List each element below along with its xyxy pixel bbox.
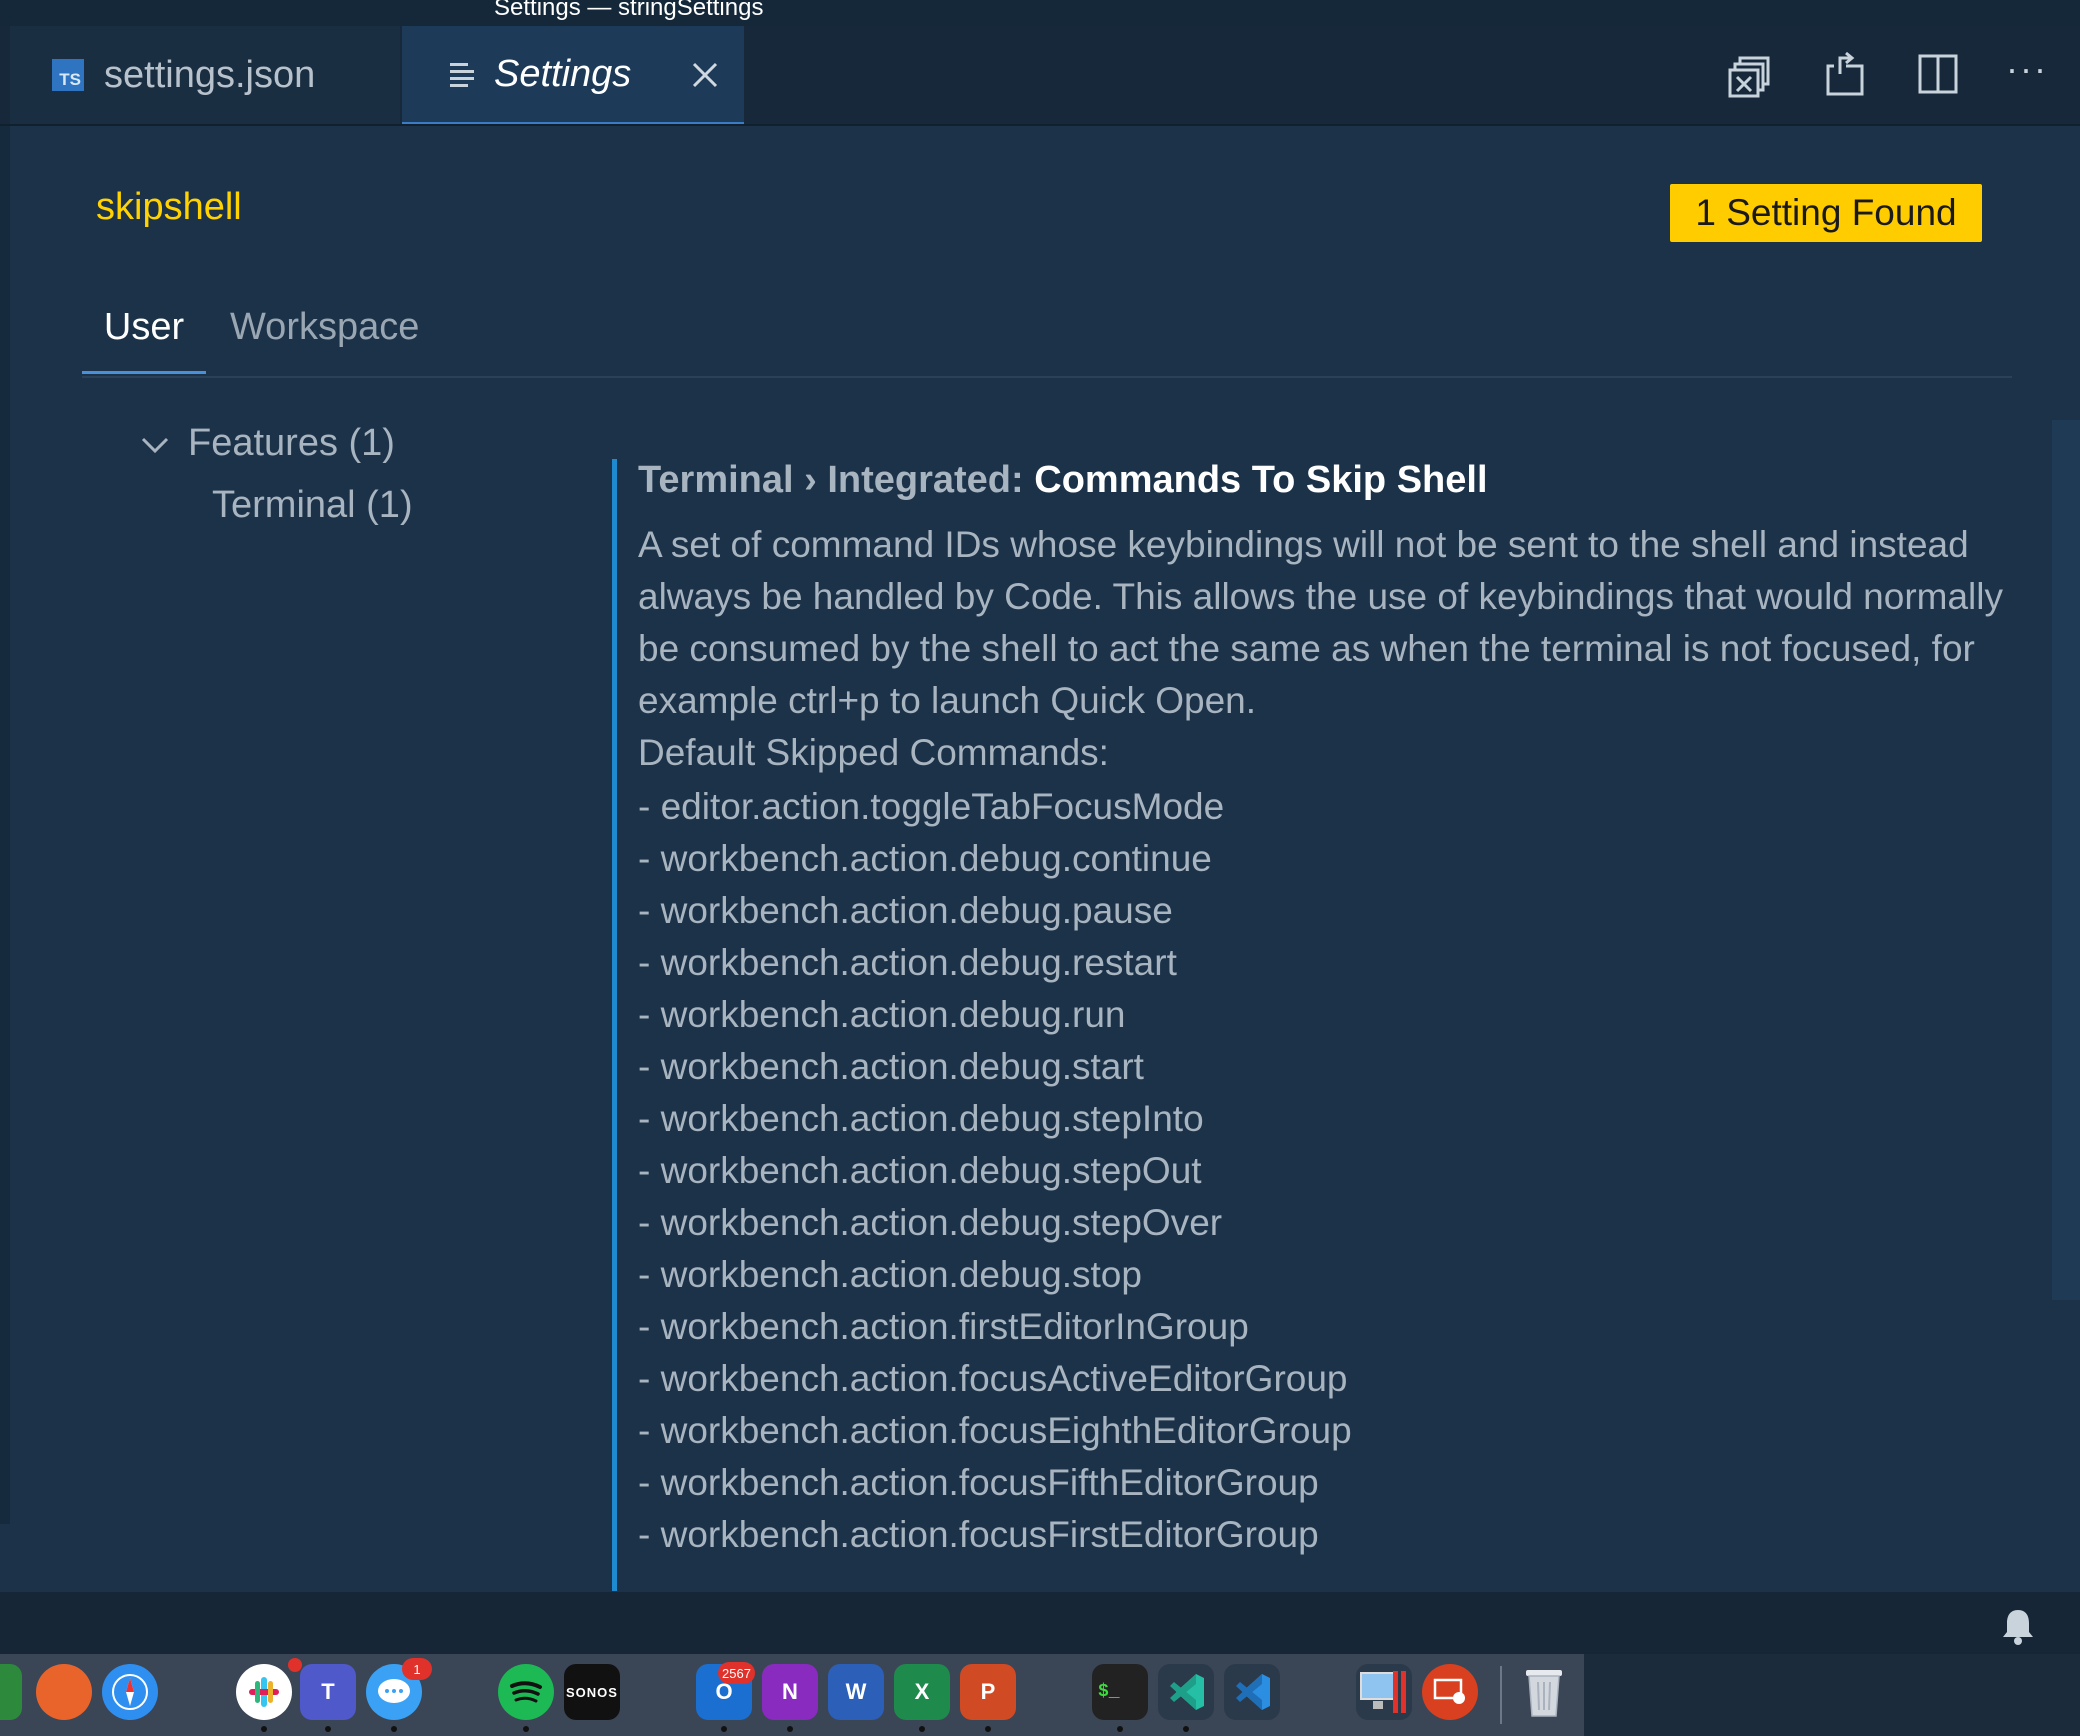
title-bar: Settings — stringSettings xyxy=(0,0,2080,26)
more-actions-icon[interactable]: ··· xyxy=(2006,48,2048,90)
toc-group-features[interactable]: Features (1) xyxy=(188,422,395,465)
excel-icon[interactable]: X xyxy=(894,1664,950,1720)
close-all-icon[interactable] xyxy=(1726,54,1774,102)
vscode-icon[interactable] xyxy=(1224,1664,1280,1720)
status-bar xyxy=(0,1592,2080,1654)
list-item: - workbench.action.firstEditorInGroup xyxy=(638,1306,1249,1347)
list-item: - workbench.action.debug.pause xyxy=(638,890,1173,931)
desktop-background xyxy=(1584,1654,2080,1736)
list-item: - workbench.action.debug.stepInto xyxy=(638,1098,1204,1139)
settings-search-input[interactable]: skipshell xyxy=(96,186,242,229)
tab-user[interactable]: User xyxy=(82,296,206,374)
tab-settings[interactable]: Settings xyxy=(402,26,744,124)
remote-desktop-icon[interactable] xyxy=(1422,1664,1478,1720)
result-count-badge: 1 Setting Found xyxy=(1670,184,1982,242)
spotify-icon[interactable] xyxy=(498,1664,554,1720)
list-item: - workbench.action.focusFifthEditorGroup xyxy=(638,1462,1319,1503)
list-item: - workbench.action.debug.restart xyxy=(638,942,1177,983)
screen: Settings — stringSettings TS settings.js… xyxy=(0,0,2080,1736)
messages-icon[interactable]: 1 xyxy=(366,1658,432,1720)
description-text: A set of command IDs whose keybindings w… xyxy=(638,524,2003,721)
trash-icon[interactable] xyxy=(1516,1664,1572,1720)
tab-workspace[interactable]: Workspace xyxy=(230,296,419,374)
open-settings-json-icon[interactable] xyxy=(1820,50,1868,98)
setting-item: Terminal › Integrated: Commands To Skip … xyxy=(612,459,2030,1591)
dock: T 1 SONOS O 2567 N W X P $_ xyxy=(0,1654,1584,1736)
activity-edge xyxy=(0,126,10,1524)
onenote-icon[interactable]: N xyxy=(762,1664,818,1720)
settings-editor: skipshell 1 Setting Found User Workspace… xyxy=(0,126,2080,1592)
word-icon[interactable]: W xyxy=(828,1664,884,1720)
list-item: - workbench.action.debug.stepOut xyxy=(638,1150,1202,1191)
split-editor-icon[interactable] xyxy=(1914,50,1962,98)
tab-strip: TS settings.json Settings ··· xyxy=(0,26,2080,126)
tab-settings-json[interactable]: TS settings.json xyxy=(10,26,400,124)
tab-label: Settings xyxy=(494,52,632,95)
list-item: - workbench.action.debug.stepOver xyxy=(638,1202,1223,1243)
list-item: - workbench.action.focusFirstEditorGroup xyxy=(638,1514,1319,1555)
skipped-commands-list: - editor.action.toggleTabFocusMode - wor… xyxy=(638,781,1352,1561)
vscode-insiders-icon[interactable] xyxy=(1158,1664,1214,1720)
tab-label: settings.json xyxy=(104,53,316,96)
firefox-icon[interactable] xyxy=(36,1664,92,1720)
messages-badge: 1 xyxy=(402,1658,432,1680)
list-item: - workbench.action.debug.start xyxy=(638,1046,1144,1087)
scope-tabs: User Workspace xyxy=(82,296,2012,378)
default-header: Default Skipped Commands: xyxy=(638,732,1109,773)
list-item: - workbench.action.debug.stop xyxy=(638,1254,1142,1295)
setting-name: Commands To Skip Shell xyxy=(1034,459,1488,501)
setting-description: A set of command IDs whose keybindings w… xyxy=(638,519,2028,779)
terminal-icon[interactable]: $_ xyxy=(1092,1664,1148,1720)
sonos-icon[interactable]: SONOS xyxy=(564,1664,620,1720)
parallels-icon[interactable] xyxy=(1356,1664,1412,1720)
notification-dot xyxy=(288,1658,302,1672)
chevron-down-icon[interactable] xyxy=(140,430,170,460)
teams-icon[interactable]: T xyxy=(300,1664,356,1720)
outlook-badge: 2567 xyxy=(718,1662,755,1684)
list-item: - workbench.action.debug.continue xyxy=(638,838,1212,879)
list-item: - workbench.action.focusActiveEditorGrou… xyxy=(638,1358,1348,1399)
dock-app-partial[interactable] xyxy=(0,1664,22,1720)
list-item: - workbench.action.focusEighthEditorGrou… xyxy=(638,1410,1352,1451)
window-title: Settings — stringSettings xyxy=(494,0,764,21)
slack-icon[interactable] xyxy=(236,1658,302,1720)
focus-indicator xyxy=(612,459,617,1591)
setting-category: Terminal › Integrated: xyxy=(638,459,1035,501)
powerpoint-icon[interactable]: P xyxy=(960,1664,1016,1720)
toc-item-terminal[interactable]: Terminal (1) xyxy=(212,484,413,527)
setting-title: Terminal › Integrated: Commands To Skip … xyxy=(638,459,1488,502)
settings-lines-icon xyxy=(450,61,476,87)
bell-icon[interactable] xyxy=(2000,1606,2036,1646)
close-icon[interactable] xyxy=(688,58,722,92)
list-item: - editor.action.toggleTabFocusMode xyxy=(638,786,1225,827)
list-item: - workbench.action.debug.run xyxy=(638,994,1126,1035)
scrollbar[interactable] xyxy=(2052,420,2080,1300)
dock-divider xyxy=(1500,1666,1502,1724)
safari-icon[interactable] xyxy=(102,1664,158,1720)
typescript-file-icon: TS xyxy=(52,59,84,91)
